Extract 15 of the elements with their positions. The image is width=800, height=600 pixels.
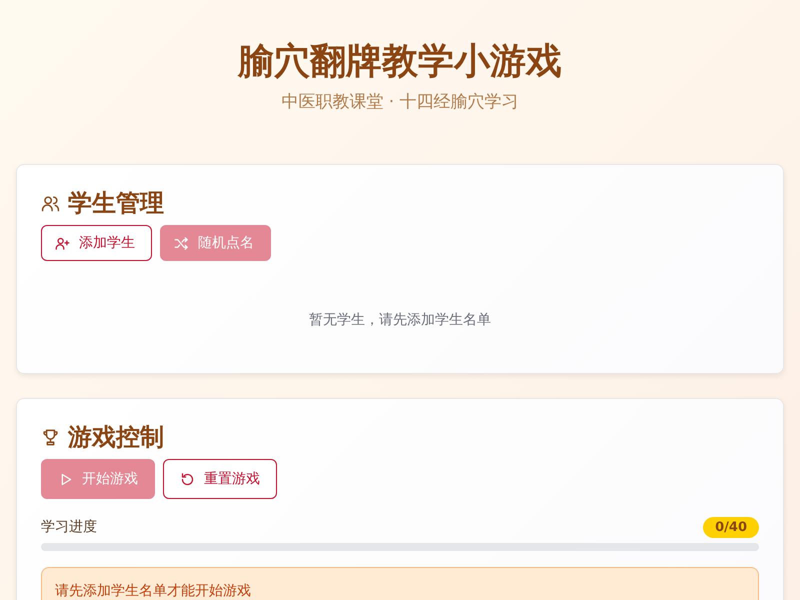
page-title: 腧穴翻牌教学小游戏 (236, 40, 563, 84)
progress-count: 0/40 (703, 516, 759, 538)
shuffle-icon (174, 236, 189, 250)
action-button[interactable]: 重置游戏 (163, 459, 277, 499)
add-user-icon (55, 236, 70, 250)
reset-icon (180, 472, 195, 486)
panel-title: 学生管理 (68, 188, 164, 219)
page-subtitle: 中医职教课堂 · 十四经腧穴学习 (280, 91, 520, 114)
warning-message: 请先添加学生名单才能开始游戏 (41, 567, 759, 600)
action-button[interactable]: 添加学生 (41, 225, 152, 261)
empty-message: 暂无学生，请先添加学生名单 (308, 311, 492, 330)
users-icon (41, 194, 60, 212)
panel-title: 游戏控制 (68, 422, 164, 453)
trophy-icon (41, 428, 60, 446)
progress-label: 学习进度 (41, 518, 97, 536)
